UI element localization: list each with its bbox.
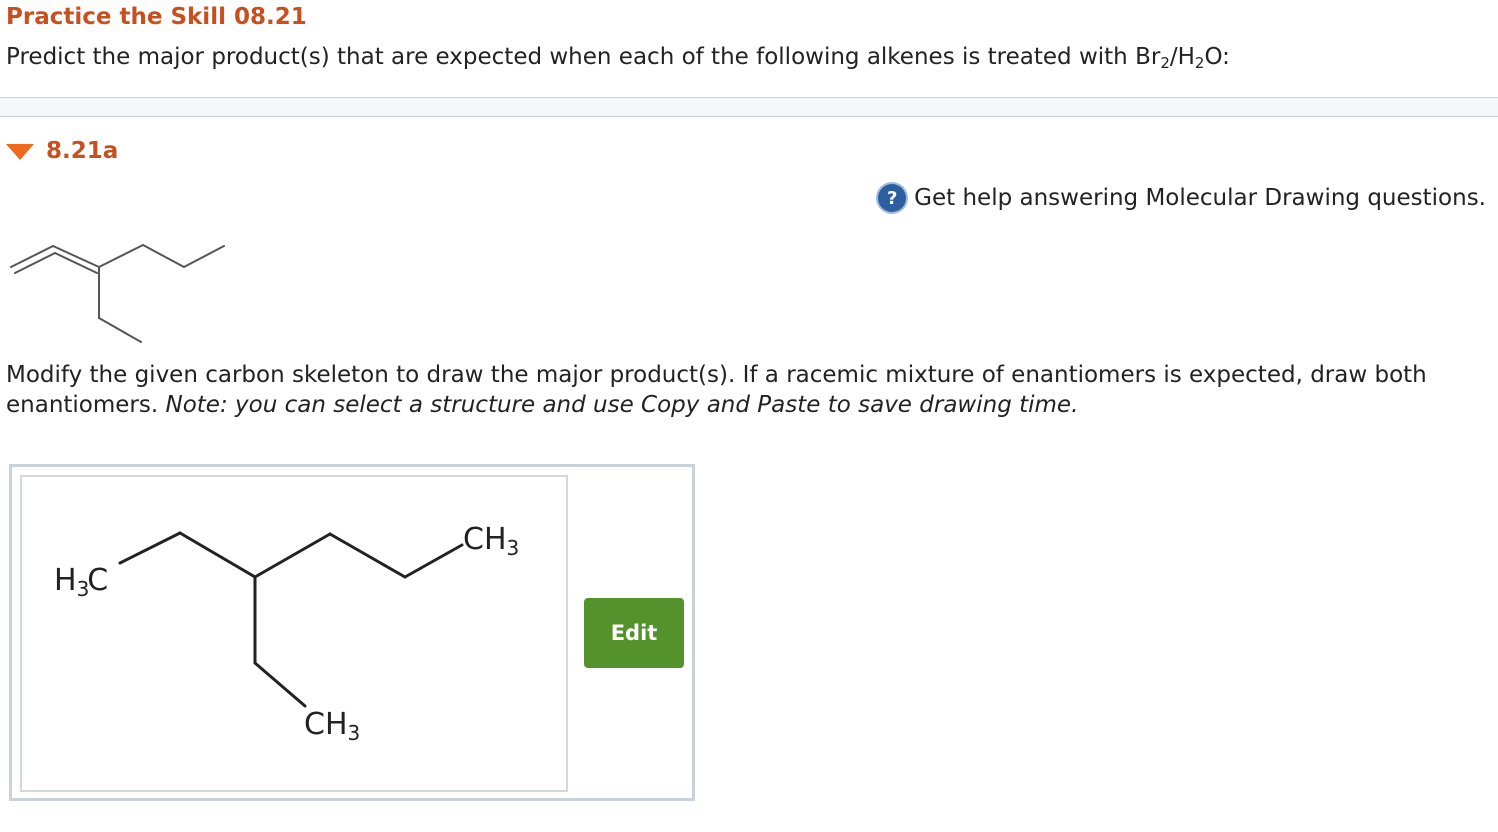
molecule-bond xyxy=(178,531,257,579)
skeleton-bond xyxy=(98,317,142,343)
skeleton-bond xyxy=(183,245,225,268)
page-title: Practice the Skill 08.21 xyxy=(6,4,307,30)
prompt-text: /H xyxy=(1169,44,1195,70)
help-link-text[interactable]: Get help answering Molecular Drawing que… xyxy=(914,185,1486,211)
molecule-bond xyxy=(253,661,307,708)
part-label: 8.21a xyxy=(46,138,119,164)
molecule-bond xyxy=(118,531,182,565)
molecule-canvas[interactable]: H3C CH3 CH3 xyxy=(20,475,568,792)
atom-symbol: CH xyxy=(304,707,348,742)
atom-label-bottom: CH3 xyxy=(304,707,360,745)
molecule-bond xyxy=(328,532,407,579)
prompt-text: Predict the major product(s) that are ex… xyxy=(6,44,1161,70)
drawing-frame: H3C CH3 CH3 Edit xyxy=(9,464,695,801)
atom-subscript: 3 xyxy=(507,536,520,560)
question-circle-icon[interactable]: ? xyxy=(878,184,907,212)
skeleton-bond xyxy=(142,244,185,268)
molecule-bond xyxy=(253,532,332,579)
question-prompt: Predict the major product(s) that are ex… xyxy=(6,44,1230,72)
molecule-bond xyxy=(403,543,464,579)
given-alkene-skeleton xyxy=(10,244,225,343)
help-link[interactable]: ? Get help answering Molecular Drawing q… xyxy=(878,184,1486,212)
atom-subscript: 3 xyxy=(348,721,361,745)
atom-symbol: C xyxy=(87,563,108,598)
section-divider xyxy=(0,97,1498,117)
atom-label-right: CH3 xyxy=(463,522,519,560)
caret-down-icon[interactable] xyxy=(6,144,34,160)
atom-symbol: H xyxy=(54,563,77,598)
atom-label-left: H3C xyxy=(54,563,108,601)
atom-symbol: CH xyxy=(463,522,507,557)
skeleton-bond xyxy=(98,244,144,268)
instructions-note: Note: you can select a structure and use… xyxy=(165,392,1079,418)
molecule-drawing: H3C CH3 CH3 xyxy=(54,522,519,745)
prompt-text: O: xyxy=(1204,44,1230,70)
part-toggle[interactable]: 8.21a xyxy=(6,138,118,164)
instructions: Modify the given carbon skeleton to draw… xyxy=(6,360,1486,420)
prompt-subscript: 2 xyxy=(1160,54,1170,72)
edit-button[interactable]: Edit xyxy=(584,598,684,668)
